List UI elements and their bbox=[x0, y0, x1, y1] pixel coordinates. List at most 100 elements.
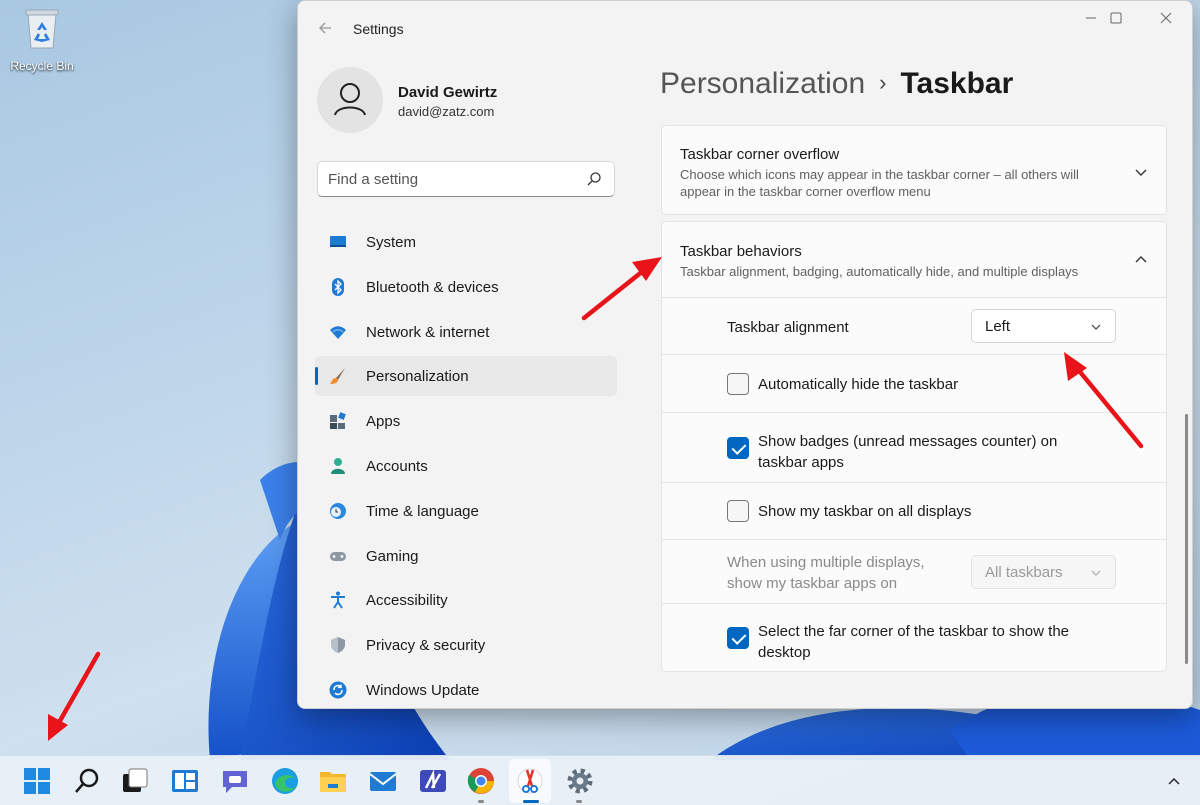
sidebar-item-label: System bbox=[366, 234, 417, 251]
search-input[interactable] bbox=[328, 168, 578, 190]
profile-email: david@zatz.com bbox=[398, 104, 495, 119]
multi-display-label: When using multiple displays, show my ta… bbox=[727, 554, 925, 592]
section-title: Taskbar corner overflow bbox=[680, 146, 840, 163]
system-icon bbox=[330, 236, 346, 247]
multi-display-dropdown: All taskbars bbox=[971, 555, 1116, 589]
auto-hide-row: Automatically hide the taskbar bbox=[661, 355, 1167, 413]
far-corner-row: Select the far corner of the taskbar to … bbox=[661, 604, 1167, 672]
file-explorer-icon[interactable] bbox=[318, 766, 348, 796]
sidebar-item-label: Apps bbox=[366, 413, 401, 431]
behaviors-section[interactable]: Taskbar behaviors Taskbar alignment, bad… bbox=[661, 221, 1167, 298]
badges-checkbox[interactable] bbox=[727, 437, 749, 459]
sidebar-item-accessibility[interactable]: Accessibility bbox=[315, 580, 617, 620]
widgets-icon[interactable] bbox=[170, 766, 200, 796]
brush-icon bbox=[330, 368, 345, 385]
close-icon bbox=[1160, 12, 1172, 24]
avatar bbox=[317, 67, 383, 133]
network-icon bbox=[330, 325, 346, 339]
breadcrumb-separator: › bbox=[879, 70, 887, 95]
maximize-button[interactable] bbox=[1093, 9, 1139, 31]
chevron-up-icon[interactable] bbox=[1134, 253, 1148, 267]
chevron-down-icon bbox=[1091, 324, 1101, 330]
multi-display-row: When using multiple displays, show my ta… bbox=[661, 540, 1167, 604]
sidebar-item-label: Time & language bbox=[366, 502, 479, 520]
sidebar-item-time-language[interactable]: Time & language bbox=[315, 491, 617, 531]
chat-icon[interactable] bbox=[220, 766, 250, 796]
search-icon[interactable] bbox=[586, 171, 602, 187]
auto-hide-checkbox[interactable] bbox=[727, 373, 749, 395]
section-description: Taskbar alignment, badging, automaticall… bbox=[680, 264, 1079, 279]
sidebar-item-label: Accessibility bbox=[366, 592, 448, 610]
far-corner-checkbox[interactable] bbox=[727, 627, 749, 649]
alignment-label: Taskbar alignment bbox=[727, 319, 849, 336]
recycle-bin-icon bbox=[25, 9, 59, 49]
sidebar-item-label: Accounts bbox=[366, 457, 428, 475]
section-description: Choose which icons may appear in the tas… bbox=[680, 167, 1079, 199]
multi-display-value: All taskbars bbox=[985, 564, 1063, 581]
back-button[interactable] bbox=[314, 17, 336, 39]
badges-label[interactable]: Show badges (unread messages counter) on… bbox=[758, 431, 1078, 473]
sidebar-item-label: Bluetooth & devices bbox=[366, 278, 499, 296]
snipping-tool-icon[interactable] bbox=[515, 766, 545, 796]
task-view-icon[interactable] bbox=[120, 766, 150, 796]
sidebar-item-windows-update[interactable]: Windows Update bbox=[315, 670, 617, 708]
sidebar-item-bluetooth[interactable]: Bluetooth & devices bbox=[315, 267, 617, 307]
accounts-icon bbox=[331, 457, 345, 474]
sidebar-item-label: Privacy & security bbox=[366, 637, 486, 655]
taskbar bbox=[0, 755, 1200, 805]
all-displays-row: Show my taskbar on all displays bbox=[661, 483, 1167, 540]
window-title: Settings bbox=[353, 21, 404, 37]
all-displays-checkbox[interactable] bbox=[727, 500, 749, 522]
sidebar-item-label: Windows Update bbox=[366, 681, 480, 699]
update-icon bbox=[329, 681, 347, 699]
close-button[interactable] bbox=[1143, 9, 1189, 31]
running-indicator bbox=[576, 800, 582, 803]
breadcrumb: Personalization › Taskbar bbox=[660, 67, 1013, 101]
settings-window: Settings David Gewirtz david@zatz.com Fi… bbox=[297, 0, 1193, 709]
corner-overflow-section[interactable]: Taskbar corner overflow Choose which ico… bbox=[661, 125, 1167, 215]
sidebar-item-accounts[interactable]: Accounts bbox=[315, 446, 617, 486]
all-displays-label[interactable]: Show my taskbar on all displays bbox=[758, 501, 971, 522]
arrowhead bbox=[48, 714, 68, 741]
edge-icon[interactable] bbox=[270, 766, 300, 796]
sidebar-item-system[interactable]: System bbox=[315, 222, 617, 262]
section-title: Taskbar behaviors bbox=[680, 243, 802, 260]
page-title: Taskbar bbox=[900, 67, 1014, 100]
settings-icon[interactable] bbox=[565, 766, 595, 796]
user-icon bbox=[334, 83, 366, 116]
start-icon[interactable] bbox=[22, 766, 52, 796]
back-arrow-icon bbox=[319, 22, 331, 34]
gamepad-icon bbox=[330, 551, 346, 561]
app-icon[interactable] bbox=[418, 766, 448, 796]
far-corner-label[interactable]: Select the far corner of the taskbar to … bbox=[758, 621, 1103, 663]
search-box[interactable] bbox=[317, 161, 615, 197]
recycle-bin[interactable]: Recycle Bin bbox=[8, 6, 76, 73]
chevron-down-icon[interactable] bbox=[1134, 165, 1148, 179]
search-icon[interactable] bbox=[72, 766, 102, 796]
badges-row: Show badges (unread messages counter) on… bbox=[661, 413, 1167, 483]
sidebar-item-apps[interactable]: Apps bbox=[315, 401, 617, 441]
bluetooth-icon bbox=[332, 277, 344, 296]
recycle-bin-label: Recycle Bin bbox=[10, 59, 74, 73]
running-indicator bbox=[478, 800, 484, 803]
sidebar-item-network[interactable]: Network & internet bbox=[315, 312, 617, 352]
chrome-icon[interactable] bbox=[466, 766, 496, 796]
sidebar-item-label: Personalization bbox=[366, 368, 469, 386]
active-indicator bbox=[523, 800, 539, 803]
maximize-icon bbox=[1110, 12, 1122, 24]
chevron-up-icon[interactable] bbox=[1168, 776, 1180, 788]
auto-hide-label[interactable]: Automatically hide the taskbar bbox=[758, 374, 958, 395]
alignment-dropdown[interactable]: Left bbox=[971, 309, 1116, 343]
apps-icon bbox=[330, 412, 346, 430]
shield-icon bbox=[331, 637, 345, 654]
sidebar-nav: System Bluetooth & devices Network & int… bbox=[315, 222, 617, 708]
sidebar-item-personalization[interactable]: Personalization bbox=[315, 356, 617, 397]
sidebar-item-gaming[interactable]: Gaming bbox=[315, 536, 617, 576]
sidebar-item-label: Network & internet bbox=[366, 323, 490, 341]
accessibility-icon bbox=[331, 591, 345, 609]
scrollbar[interactable] bbox=[1185, 414, 1188, 664]
globe-clock-icon bbox=[330, 502, 346, 519]
sidebar-item-privacy-security[interactable]: Privacy & security bbox=[315, 625, 617, 665]
breadcrumb-parent[interactable]: Personalization bbox=[660, 67, 865, 100]
mail-icon[interactable] bbox=[368, 766, 398, 796]
